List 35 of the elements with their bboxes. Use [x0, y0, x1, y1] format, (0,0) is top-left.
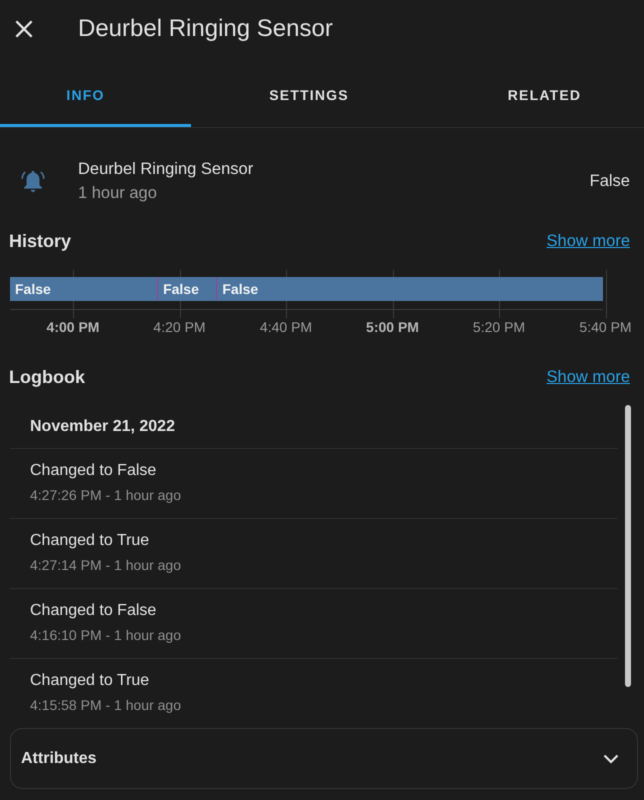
tab[interactable]: INFO [0, 58, 191, 127]
axis-label: 5:20 PM [472, 319, 526, 335]
log-entry-time: 4:15:58 PM - 1 hour ago [30, 696, 181, 715]
last-changed-text: 1 hour ago [78, 183, 157, 204]
timeline-segment: False [216, 277, 603, 301]
entity-state: False [590, 172, 630, 190]
axis-label: 4:20 PM [153, 319, 206, 335]
section-title: History [9, 230, 72, 252]
timeline-segment: False [10, 277, 158, 301]
section-title: Logbook [9, 366, 85, 388]
axis-label: 5:00 PM [366, 319, 419, 335]
scrollbar-thumb[interactable] [625, 405, 631, 687]
axis-label: 5:40 PM [579, 319, 632, 335]
timeline-segment: False [157, 277, 216, 301]
axis-label: 4:40 PM [260, 319, 312, 335]
bell-icon [20, 169, 46, 193]
tab[interactable]: RELATED [427, 58, 644, 127]
log-entry-time: 4:27:14 PM - 1 hour ago [30, 556, 181, 575]
log-entry-message: Changed to True [30, 671, 150, 691]
log-entry-message: Changed to True [30, 531, 150, 551]
log-entry-message: Changed to False [30, 601, 156, 621]
show-more-link[interactable]: Show more [546, 232, 630, 250]
log-entry-message: Changed to False [30, 461, 156, 481]
axis-label: 4:00 PM [46, 319, 100, 335]
close-icon [15, 20, 33, 38]
log-entry-time: 4:27:26 PM - 1 hour ago [30, 486, 181, 505]
chevron-icon [603, 754, 619, 764]
show-more-link[interactable]: Show more [546, 368, 630, 386]
dialog-title: Deurbel Ringing Sensor [78, 15, 333, 43]
entity-name: Deurbel Ringing Sensor [78, 159, 254, 180]
close-button[interactable] [15, 20, 33, 38]
attributes-panel[interactable]: Attributes [10, 728, 638, 789]
log-entry-time: 4:16:10 PM - 1 hour ago [30, 626, 181, 645]
tab[interactable]: SETTINGS [191, 58, 427, 127]
date-heading: November 21, 2022 [30, 418, 175, 436]
